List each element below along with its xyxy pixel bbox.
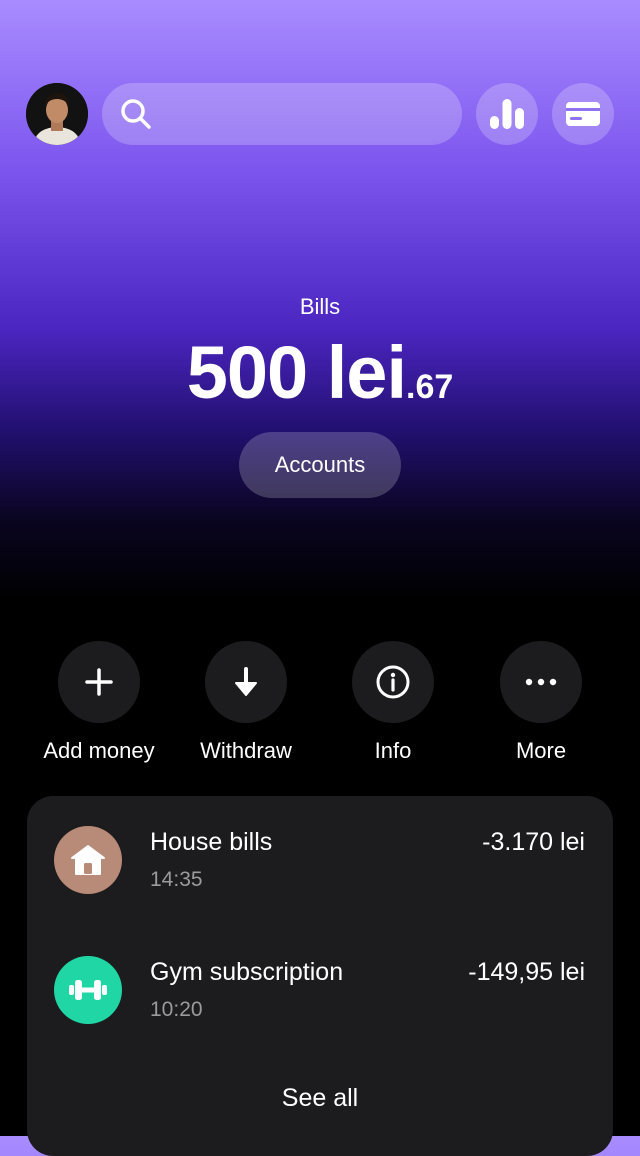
info-icon [376, 665, 410, 699]
gym-subscription-avatar [54, 956, 122, 1024]
transaction-title: House bills [150, 828, 273, 856]
withdraw-label: Withdraw [200, 738, 292, 763]
transactions-card: House bills 14:35 -3.170 lei Gym subscri… [27, 796, 613, 1156]
account-name: Bills [299, 294, 341, 319]
add-money-button[interactable] [58, 641, 140, 723]
more-icon [525, 678, 557, 686]
house-bills-avatar [54, 826, 122, 894]
search-icon [121, 98, 151, 129]
plus-icon [85, 668, 113, 696]
credit-card-icon [566, 101, 600, 126]
dumbbell-icon [69, 980, 107, 1000]
house-icon [71, 845, 105, 875]
withdraw-action[interactable]: Withdraw [176, 641, 316, 764]
transaction-amount: -149,95 lei [468, 958, 585, 986]
add-money-action[interactable]: Add money [29, 641, 169, 764]
transaction-time: 10:20 [150, 998, 203, 1021]
info-button[interactable] [352, 641, 434, 723]
avatar[interactable] [26, 82, 88, 145]
balance-cents: .67 [406, 368, 454, 406]
stats-button[interactable] [476, 82, 538, 145]
transaction-row[interactable]: Gym subscription 10:20 -149,95 lei [27, 956, 613, 1036]
see-all-button[interactable]: See all [27, 1084, 613, 1113]
search-bar[interactable] [102, 82, 462, 145]
info-action[interactable]: Info [323, 641, 463, 764]
add-money-label: Add money [43, 738, 155, 763]
user-avatar-icon [26, 82, 88, 145]
more-label: More [515, 738, 567, 763]
info-label: Info [374, 738, 412, 763]
top-bar [26, 82, 614, 145]
more-button[interactable] [500, 641, 582, 723]
withdraw-button[interactable] [205, 641, 287, 723]
bar-chart-icon [490, 98, 524, 129]
transaction-title: Gym subscription [150, 958, 344, 986]
more-action[interactable]: More [471, 641, 611, 764]
cards-button[interactable] [552, 82, 614, 145]
transaction-time: 14:35 [150, 868, 203, 891]
balance-main: 500 lei [186, 331, 407, 414]
accounts-button[interactable]: Accounts [239, 432, 401, 498]
arrow-down-icon [235, 667, 257, 696]
quick-actions: Add money Withdraw Info More [0, 641, 640, 771]
transaction-row[interactable]: House bills 14:35 -3.170 lei [27, 826, 613, 906]
transaction-amount: -3.170 lei [482, 828, 585, 856]
balance-amount: 500 lei.67 [0, 330, 640, 415]
